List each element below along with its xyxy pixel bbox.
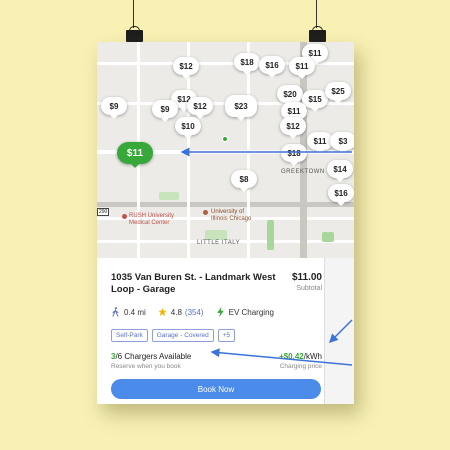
price-pin[interactable]: $15	[302, 90, 328, 112]
price-pin[interactable]: $16	[328, 184, 354, 206]
lightning-icon	[216, 307, 224, 317]
poi-rush-line2: Medical Center	[129, 220, 170, 226]
price-pin[interactable]: $23	[225, 95, 257, 121]
walking-icon	[112, 307, 119, 317]
price-pin[interactable]: $11	[289, 57, 315, 79]
charging-rate-amount: +$0.42	[279, 352, 304, 361]
tag-self-park: Self-Park	[111, 329, 148, 342]
rating: 4.8	[170, 307, 182, 317]
reserve-note: Reserve when you book	[111, 363, 181, 370]
next-card-peek[interactable]	[324, 258, 354, 404]
charging-price-caption: Charging price	[279, 363, 322, 370]
distance: 0.4 mi	[124, 307, 146, 317]
poi-rush-line1: RUSH University	[129, 213, 175, 219]
university-icon	[203, 210, 208, 215]
listing-price: $11.00	[291, 272, 322, 283]
chargers-available: 3/6 Chargers Available	[111, 352, 191, 361]
tag-garage-covered: Garage - Covered	[151, 329, 214, 342]
price-pin[interactable]: $12	[187, 97, 213, 119]
tag-more[interactable]: +5	[217, 329, 236, 342]
highway-shield: 290	[97, 208, 110, 216]
price-pin[interactable]: $16	[259, 56, 285, 78]
price-pin[interactable]: $20	[277, 85, 303, 107]
review-count[interactable]: (354)	[185, 308, 204, 317]
price-pin[interactable]: $14	[327, 160, 353, 182]
chargers-total: /6 Chargers Available	[115, 352, 192, 361]
listing-meta: 0.4 mi 4.8 (354) EV Charging	[111, 307, 274, 317]
star-icon	[158, 307, 167, 316]
price-caption: Subtotal	[296, 285, 322, 292]
map-label-greektown: GREEKTOWN	[281, 169, 325, 175]
ev-charging-label: EV Charging	[228, 307, 274, 317]
location-marker	[222, 136, 228, 142]
map-view[interactable]: GREEKTOWN LITTLE ITALY 290 RUSH Universi…	[97, 42, 354, 258]
map-label-little-italy: LITTLE ITALY	[197, 240, 241, 246]
price-pin[interactable]: $18	[281, 144, 307, 166]
price-pin[interactable]: $10	[175, 117, 201, 139]
charging-rate: +$0.42/kWh	[279, 352, 322, 361]
price-pin[interactable]: $18	[234, 53, 260, 75]
listing-card[interactable]: 1035 Van Buren St. - Landmark West Loop …	[97, 258, 354, 404]
hospital-icon	[122, 214, 127, 219]
poi-uic-line1: University of	[211, 209, 245, 215]
selected-price-pin[interactable]: $11	[117, 142, 153, 168]
poi-uic-line2: Illinois Chicago	[211, 216, 252, 222]
charging-rate-unit: /kWh	[303, 352, 322, 361]
book-now-button[interactable]: Book Now	[111, 379, 321, 399]
price-pin[interactable]: $9	[101, 97, 127, 119]
price-pin[interactable]: $12	[280, 117, 306, 139]
price-pin[interactable]: $12	[173, 57, 199, 79]
listing-title: 1035 Van Buren St. - Landmark West Loop …	[111, 272, 276, 295]
price-pin[interactable]: $25	[325, 82, 351, 104]
amenity-tags: Self-Park Garage - Covered +5	[111, 329, 236, 342]
price-pin[interactable]: $9	[152, 100, 178, 122]
price-pin[interactable]: $3	[330, 132, 354, 154]
app-screenshot-poster: GREEKTOWN LITTLE ITALY 290 RUSH Universi…	[97, 42, 354, 404]
price-pin[interactable]: $8	[231, 170, 257, 192]
